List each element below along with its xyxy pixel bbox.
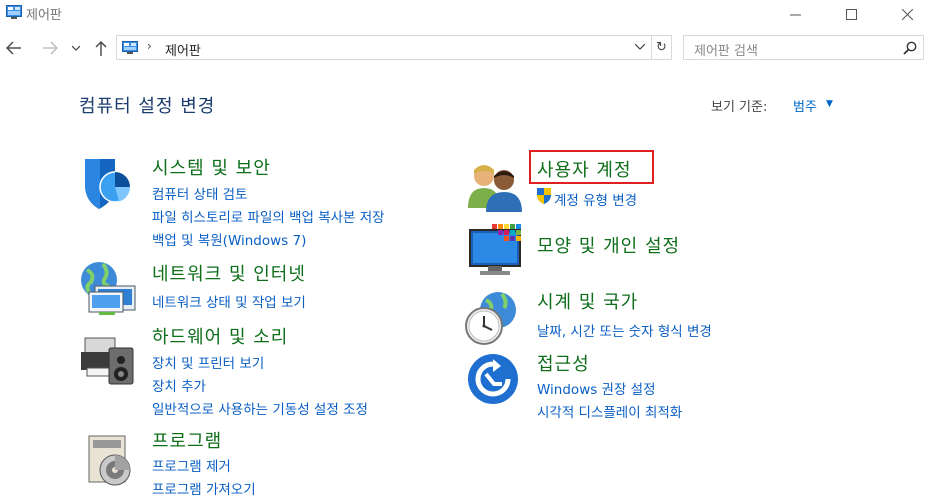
program-disc-icon[interactable]: [85, 432, 135, 488]
programs-link-2[interactable]: 프로그램 가져오기: [152, 478, 256, 498]
page-title: 컴퓨터 설정 변경: [79, 96, 216, 117]
hardware-sound-title[interactable]: 하드웨어 및 소리: [152, 323, 288, 349]
navigation-bar: › 제어판 ↻ 제어판 검색: [0, 32, 930, 64]
search-icon[interactable]: [903, 41, 917, 55]
close-button[interactable]: [884, 0, 930, 28]
appearance-monitor-icon[interactable]: [466, 222, 524, 276]
system-security-link-1[interactable]: 컴퓨터 상태 검토: [152, 183, 248, 203]
hardware-sound-link-1[interactable]: 장치 및 프린터 보기: [152, 352, 264, 372]
recent-locations-chevron-icon[interactable]: [66, 38, 86, 58]
ease-of-access-title[interactable]: 접근성: [537, 350, 590, 376]
hardware-sound-link-2[interactable]: 장치 추가: [152, 375, 206, 395]
appearance-title[interactable]: 모양 및 개인 설정: [537, 232, 680, 258]
search-input[interactable]: 제어판 검색: [683, 35, 924, 60]
network-internet-link-1[interactable]: 네트워크 상태 및 작업 보기: [152, 291, 306, 311]
view-by-label: 보기 기준:: [711, 100, 768, 115]
hardware-sound-link-3[interactable]: 일반적으로 사용하는 기동성 설정 조정: [152, 398, 368, 418]
ease-of-access-link-2[interactable]: 시각적 디스플레이 최적화: [537, 401, 682, 421]
back-arrow-icon[interactable]: [4, 38, 24, 58]
up-arrow-icon[interactable]: [91, 38, 111, 58]
view-by-dropdown[interactable]: 범주: [793, 96, 817, 115]
view-by-caret-icon[interactable]: ▼: [826, 99, 833, 109]
forward-arrow-icon[interactable]: [40, 38, 60, 58]
title-bar: 제어판: [0, 0, 930, 28]
security-shield-icon[interactable]: [79, 155, 135, 211]
programs-link-1[interactable]: 프로그램 제거: [152, 455, 231, 475]
system-security-title[interactable]: 시스템 및 보안: [152, 154, 271, 180]
control-panel-icon: [6, 5, 22, 19]
uac-shield-icon: [537, 188, 551, 204]
address-bar[interactable]: › 제어판: [116, 35, 652, 60]
printer-speaker-icon[interactable]: [79, 330, 137, 386]
system-security-link-3[interactable]: 백업 및 복원(Windows 7): [152, 229, 306, 249]
user-accounts-title[interactable]: 사용자 계정: [537, 156, 632, 182]
breadcrumb-separator-icon[interactable]: ›: [147, 39, 152, 53]
control-panel-icon: [122, 41, 138, 54]
clock-region-title[interactable]: 시계 및 국가: [537, 288, 638, 314]
user-accounts-link-1[interactable]: 계정 유형 변경: [554, 189, 637, 209]
network-globe-icon[interactable]: [79, 260, 139, 316]
refresh-icon[interactable]: ↻: [652, 35, 672, 60]
accessibility-icon[interactable]: [466, 352, 520, 406]
ease-of-access-link-1[interactable]: Windows 권장 설정: [537, 378, 656, 398]
minimize-button[interactable]: [772, 0, 818, 28]
network-internet-title[interactable]: 네트워크 및 인터넷: [152, 260, 306, 286]
address-dropdown-icon[interactable]: [634, 40, 646, 53]
search-placeholder: 제어판 검색: [694, 44, 758, 59]
window-title: 제어판: [26, 8, 62, 23]
clock-region-link-1[interactable]: 날짜, 시간 또는 숫자 형식 변경: [537, 320, 712, 340]
maximize-button[interactable]: [828, 0, 874, 28]
clock-globe-icon[interactable]: [464, 290, 522, 346]
breadcrumb[interactable]: 제어판: [165, 40, 201, 59]
programs-title[interactable]: 프로그램: [152, 427, 222, 453]
users-icon[interactable]: [466, 160, 524, 212]
system-security-link-2[interactable]: 파일 히스토리로 파일의 백업 복사본 저장: [152, 206, 385, 226]
